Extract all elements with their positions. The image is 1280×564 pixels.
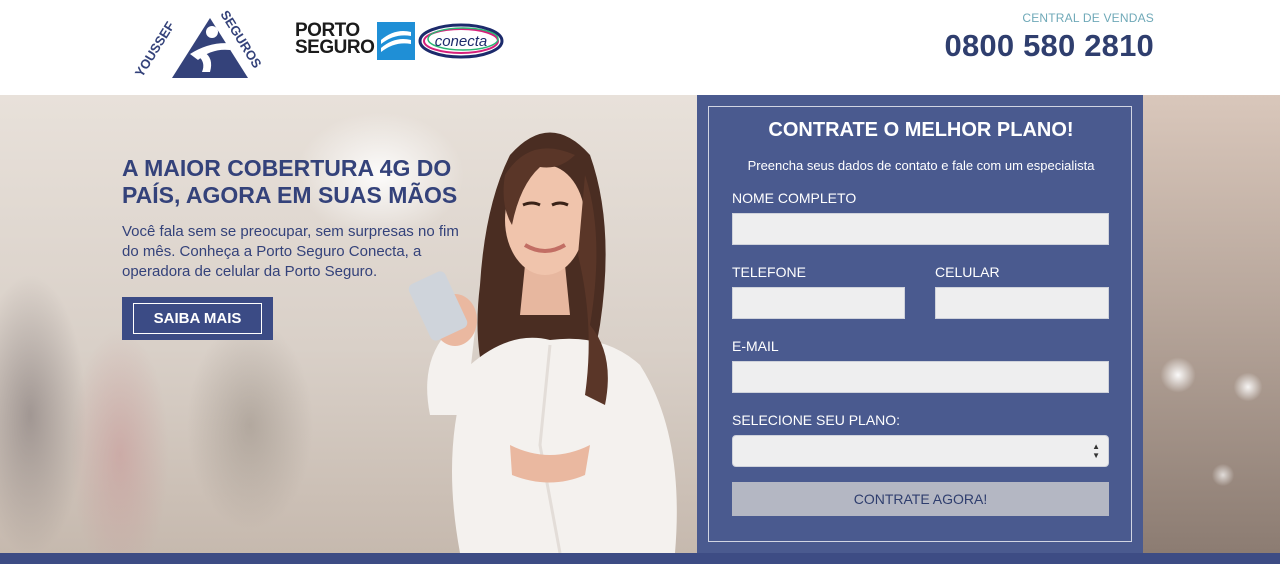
plan-select-label: SELECIONE SEU PLANO: bbox=[732, 412, 901, 428]
porto-seguro-emblem-icon bbox=[377, 22, 415, 60]
phone-field-label: TELEFONE bbox=[732, 264, 806, 280]
hero-banner: A MAIOR COBERTURA 4G DO PAÍS, AGORA EM S… bbox=[0, 95, 1280, 553]
email-field-label: E-MAIL bbox=[732, 338, 779, 354]
porto-seguro-wordmark: PORTO SEGURO bbox=[295, 20, 375, 58]
contrate-agora-button[interactable]: CONTRATE AGORA! bbox=[732, 482, 1109, 516]
name-field-label: NOME COMPLETO bbox=[732, 190, 857, 206]
youssef-seguros-logo[interactable]: YOUSSEF SEGUROS bbox=[132, 6, 278, 86]
cell-field-label: CELULAR bbox=[935, 264, 1000, 280]
bottom-accent-bar bbox=[0, 553, 1280, 564]
saiba-mais-button[interactable]: SAIBA MAIS bbox=[133, 303, 262, 334]
plan-select[interactable]: ▲ ▼ bbox=[732, 435, 1109, 467]
sales-phone-number[interactable]: 0800 580 2810 bbox=[945, 28, 1154, 64]
hero-headline: A MAIOR COBERTURA 4G DO PAÍS, AGORA EM S… bbox=[122, 155, 458, 208]
hero-description: Você fala sem se preocupar, sem surpresa… bbox=[122, 223, 459, 280]
email-field[interactable] bbox=[732, 361, 1109, 393]
saiba-mais-container: SAIBA MAIS bbox=[122, 297, 273, 340]
hero-background-bokeh bbox=[1143, 95, 1280, 553]
lead-form: CONTRATE O MELHOR PLANO! Preencha seus d… bbox=[708, 106, 1132, 542]
lead-form-panel: CONTRATE O MELHOR PLANO! Preencha seus d… bbox=[697, 95, 1143, 553]
form-title: CONTRATE O MELHOR PLANO! bbox=[768, 119, 1074, 141]
cell-field[interactable] bbox=[935, 287, 1109, 319]
phone-field[interactable] bbox=[732, 287, 905, 319]
select-updown-icon: ▲ ▼ bbox=[1092, 442, 1100, 460]
form-subtitle: Preencha seus dados de contato e fale co… bbox=[747, 158, 1095, 173]
name-field[interactable] bbox=[732, 213, 1109, 245]
conecta-logo[interactable]: conecta bbox=[418, 22, 504, 60]
porto-seguro-logo[interactable]: PORTO SEGURO bbox=[295, 20, 420, 62]
site-header: YOUSSEF SEGUROS PORTO SEGURO conecta CEN… bbox=[0, 0, 1280, 95]
logo-youssef-word: YOUSSEF bbox=[132, 19, 177, 80]
conecta-wordmark: conecta bbox=[435, 33, 488, 50]
central-de-vendas-label: CENTRAL DE VENDAS bbox=[1022, 11, 1154, 25]
